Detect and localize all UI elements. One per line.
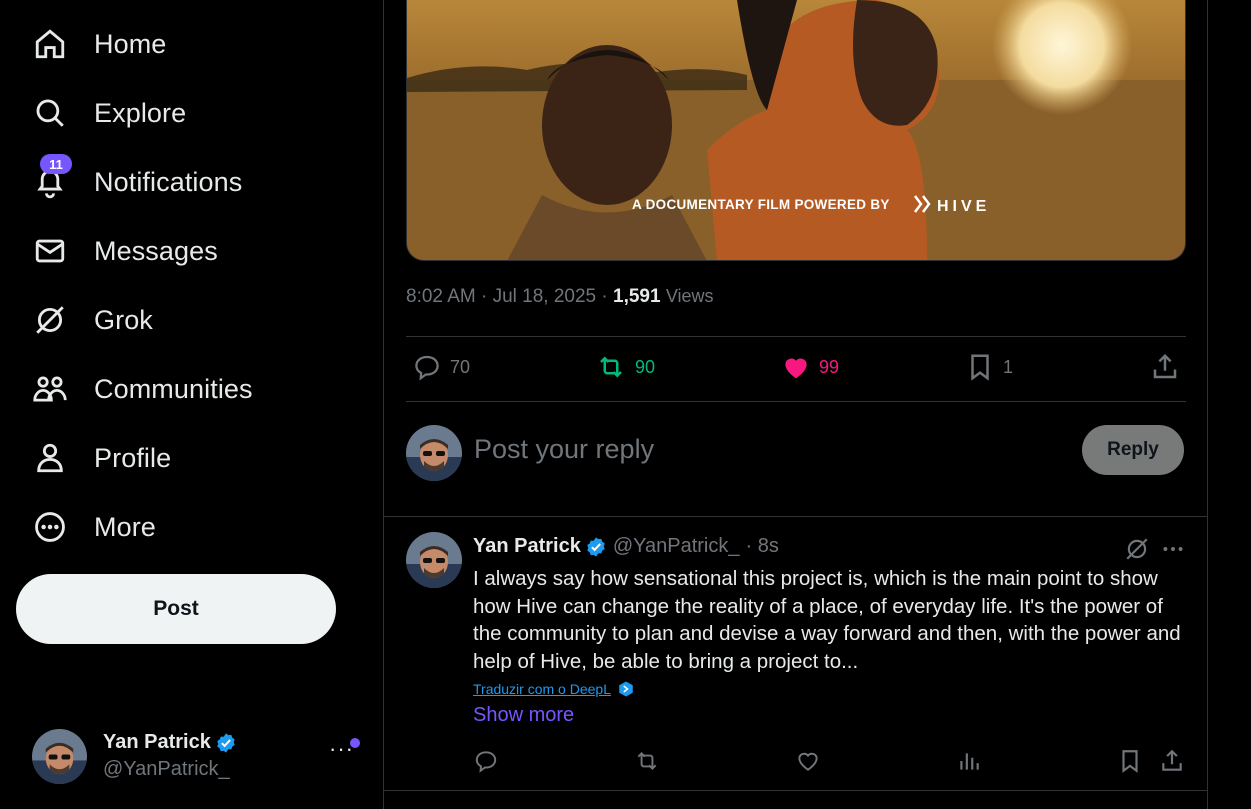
reply-composer: Post your reply Reply — [406, 425, 1186, 483]
reply-icon — [415, 355, 439, 381]
translate-link[interactable]: Traduzir com o DeepL — [473, 680, 635, 698]
deepl-icon — [619, 681, 633, 697]
repost-icon — [600, 356, 622, 378]
reply-header: Yan Patrick @YanPatrick_ · 8s — [473, 535, 779, 558]
nav-profile[interactable]: Profile — [16, 430, 171, 486]
repost-action[interactable]: 90 — [595, 352, 655, 382]
nav-more-label: More — [94, 511, 156, 542]
reply-input[interactable]: Post your reply — [474, 434, 654, 465]
repost-icon — [637, 752, 657, 770]
reply-button[interactable]: Reply — [1082, 425, 1184, 475]
composer-avatar — [406, 425, 462, 481]
search-icon — [32, 95, 68, 131]
tweet-meta: 8:02 AM · Jul 18, 2025 · 1,591 Views — [406, 286, 714, 308]
more-circle-icon — [32, 509, 68, 545]
reply-action[interactable]: 70 — [412, 352, 470, 382]
bookmark-count: 1 — [1003, 356, 1014, 377]
nav-notifications[interactable]: 11 Notifications — [16, 154, 242, 210]
divider — [384, 790, 1207, 791]
unread-dot — [350, 738, 360, 748]
verified-icon — [587, 536, 605, 557]
nav-messages[interactable]: Messages — [16, 223, 218, 279]
nav-grok[interactable]: Grok — [16, 292, 153, 348]
divider — [384, 516, 1207, 517]
people-icon — [32, 371, 68, 407]
reply-text: I always say how sensational this projec… — [473, 567, 1181, 673]
heart-icon — [798, 752, 818, 771]
media-caption: A DOCUMENTARY FILM POWERED BY — [632, 197, 890, 212]
nav-home[interactable]: Home — [16, 16, 166, 72]
home-icon — [32, 26, 68, 62]
tweet-views-label: Views — [665, 286, 714, 306]
share-action[interactable] — [1150, 352, 1180, 382]
bell-icon: 11 — [32, 154, 72, 200]
like-count: 99 — [819, 356, 840, 377]
tweet-views-count: 1,591 — [613, 286, 661, 307]
post-button[interactable]: Post — [16, 574, 336, 644]
more-horizontal-icon[interactable] — [1160, 536, 1186, 562]
reply-repost-action[interactable] — [634, 748, 660, 774]
heart-filled-icon — [785, 358, 807, 379]
main-column: A DOCUMENTARY FILM POWERED BY HIVE 8:02 … — [383, 0, 1208, 809]
nav-messages-label: Messages — [94, 235, 218, 266]
analytics-icon — [960, 753, 979, 770]
account-name-row: Yan Patrick — [103, 731, 237, 754]
nav-profile-label: Profile — [94, 442, 172, 473]
media-brand: HIVE — [937, 198, 990, 215]
nav-home-label: Home — [94, 28, 167, 59]
like-action[interactable]: 99 — [781, 352, 839, 382]
notification-badge: 11 — [40, 154, 72, 174]
tweet-media[interactable]: A DOCUMENTARY FILM POWERED BY HIVE — [406, 0, 1186, 261]
share-icon — [1162, 749, 1182, 771]
account-switcher[interactable]: Yan Patrick @YanPatrick_ ··· — [32, 726, 362, 786]
show-more-link[interactable]: Show more — [473, 704, 574, 727]
repost-count: 90 — [635, 356, 656, 377]
grok-icon — [32, 302, 68, 338]
nav-grok-label: Grok — [94, 304, 153, 335]
bookmark-action[interactable]: 1 — [965, 352, 1013, 382]
reply-analytics-action[interactable] — [956, 748, 982, 774]
bookmark-icon — [971, 354, 989, 381]
reply-author-name[interactable]: Yan Patrick — [473, 535, 581, 558]
tweet-timestamp[interactable]: 8:02 AM · Jul 18, 2025 · — [406, 286, 613, 307]
reply-author-handle[interactable]: @YanPatrick_ — [613, 535, 740, 558]
person-icon — [32, 440, 68, 476]
reply-bookmark-action[interactable] — [1117, 748, 1143, 774]
envelope-icon — [32, 233, 68, 269]
bookmark-icon — [1122, 750, 1138, 773]
avatar — [32, 728, 87, 784]
account-names: Yan Patrick @YanPatrick_ — [103, 731, 237, 781]
account-handle: @YanPatrick_ — [103, 758, 230, 780]
account-name: Yan Patrick — [103, 731, 211, 753]
divider — [406, 401, 1186, 402]
verified-icon — [217, 732, 235, 753]
reply-reply-action[interactable] — [473, 748, 499, 774]
reply-avatar[interactable] — [406, 532, 462, 588]
reply-share-action[interactable] — [1159, 748, 1185, 774]
reply-time[interactable]: · 8s — [746, 535, 779, 558]
divider — [406, 336, 1186, 337]
nav-explore[interactable]: Explore — [16, 85, 186, 141]
nav-communities[interactable]: Communities — [16, 361, 253, 417]
share-icon — [1153, 353, 1177, 379]
sidebar: Home Explore 11 Notifications Messages G… — [0, 0, 383, 809]
nav-more[interactable]: More — [16, 499, 156, 555]
nav-communities-label: Communities — [94, 373, 253, 404]
reply-count: 70 — [450, 356, 471, 377]
nav-explore-label: Explore — [94, 97, 187, 128]
reply-like-action[interactable] — [795, 748, 821, 774]
grok-icon[interactable] — [1124, 536, 1150, 562]
nav-notifications-label: Notifications — [94, 166, 243, 197]
reply-icon — [475, 751, 497, 773]
translate-label: Traduzir com o DeepL — [473, 681, 611, 697]
